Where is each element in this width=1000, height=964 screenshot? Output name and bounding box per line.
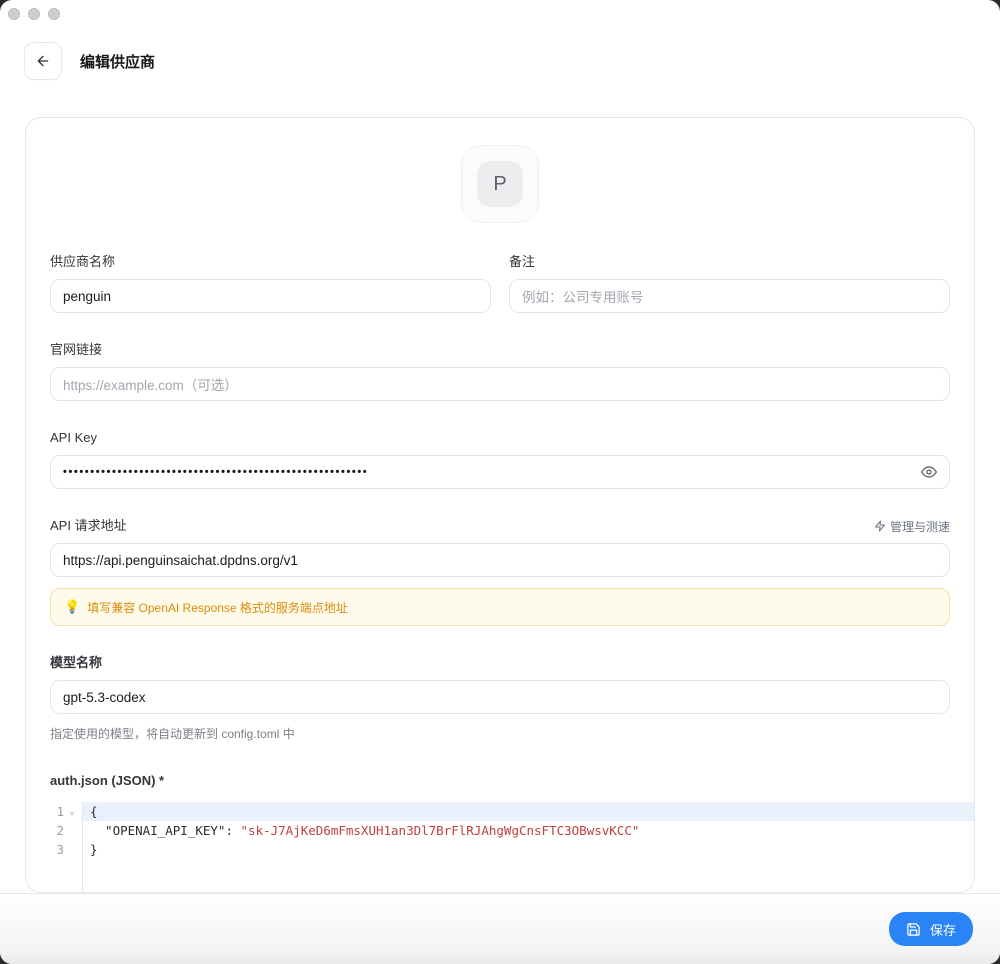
code-line: "OPENAI_API_KEY": "sk-J7AjKeD6mFmsXUH1an… <box>90 823 640 838</box>
chevron-down-icon[interactable]: ⌄ <box>66 806 78 817</box>
manage-speedtest-label: 管理与测速 <box>889 519 950 534</box>
api-url-hint-text: 填写兼容 OpenAI Response 格式的服务端点地址 <box>87 600 348 615</box>
back-arrow-icon <box>35 53 51 69</box>
provider-name-label: 供应商名称 <box>50 254 116 269</box>
code-string-token: "sk-J7AjKeD6mFmsXUH1an3Dl7BrFlRJAhgWgCns… <box>240 823 640 838</box>
page-title: 编辑供应商 <box>80 53 156 71</box>
app-window: 编辑供应商 P 供应商名称 penguin 备注 例如：公司专用账号 官网链接 … <box>0 0 1000 964</box>
model-name-input[interactable]: gpt-5.3-codex <box>50 680 950 714</box>
lightbulb-icon: 💡 <box>64 599 81 614</box>
website-placeholder: https://example.com（可选） <box>63 378 238 393</box>
api-url-value: https://api.penguinsaichat.dpdns.org/v1 <box>63 552 298 568</box>
website-label: 官网链接 <box>50 342 103 357</box>
zap-icon <box>874 520 886 532</box>
close-window-button[interactable] <box>8 8 20 20</box>
provider-form-card: P 供应商名称 penguin 备注 例如：公司专用账号 官网链接 https:… <box>25 117 975 893</box>
auth-json-label: auth.json (JSON) * <box>50 773 165 788</box>
code-line: } <box>90 842 98 857</box>
api-url-hint: 💡 填写兼容 OpenAI Response 格式的服务端点地址 <box>50 588 950 626</box>
window-controls <box>8 8 60 20</box>
editor-gutter: 1 ⌄ 2 3 <box>26 802 83 892</box>
save-button-label: 保存 <box>929 922 956 938</box>
line-number: 2 <box>56 823 64 838</box>
website-input[interactable]: https://example.com（可选） <box>50 367 950 401</box>
provider-name-input[interactable]: penguin <box>50 279 491 313</box>
api-key-masked-value: ••••••••••••••••••••••••••••••••••••••••… <box>63 466 369 478</box>
toggle-api-key-visibility-button[interactable] <box>921 464 937 480</box>
back-button[interactable] <box>24 42 62 80</box>
model-name-helper-text: 指定使用的模型，将自动更新到 config.toml 中 <box>50 727 295 741</box>
api-url-input[interactable]: https://api.penguinsaichat.dpdns.org/v1 <box>50 543 950 577</box>
line-number: 3 <box>56 842 64 857</box>
model-name-value: gpt-5.3-codex <box>63 689 146 705</box>
minimize-window-button[interactable] <box>28 8 40 20</box>
page-header: 编辑供应商 <box>24 42 155 80</box>
zoom-window-button[interactable] <box>48 8 60 20</box>
api-key-input[interactable]: ••••••••••••••••••••••••••••••••••••••••… <box>50 455 950 489</box>
provider-avatar: P <box>461 145 539 223</box>
footer-bar: 保存 <box>0 893 1000 964</box>
code-line: { <box>83 802 974 821</box>
api-url-label: API 请求地址 <box>50 518 127 533</box>
eye-icon <box>921 464 937 480</box>
api-key-label: API Key <box>50 430 97 445</box>
provider-name-value: penguin <box>63 288 112 304</box>
provider-avatar-letter: P <box>477 161 523 207</box>
auth-json-editor[interactable]: 1 ⌄ 2 3 { "OPENAI_API_KEY": "sk-J7AjKeD6m… <box>26 802 974 892</box>
note-label: 备注 <box>509 254 536 269</box>
save-button[interactable]: 保存 <box>888 912 973 946</box>
note-placeholder: 例如：公司专用账号 <box>522 290 644 305</box>
save-icon <box>906 922 921 937</box>
line-number: 1 <box>56 804 64 819</box>
editor-code-area[interactable]: { "OPENAI_API_KEY": "sk-J7AjKeD6mFmsXUH1… <box>83 802 974 892</box>
note-input[interactable]: 例如：公司专用账号 <box>509 279 950 313</box>
manage-speedtest-link[interactable]: 管理与测速 <box>874 518 950 535</box>
model-name-label: 模型名称 <box>50 655 103 670</box>
